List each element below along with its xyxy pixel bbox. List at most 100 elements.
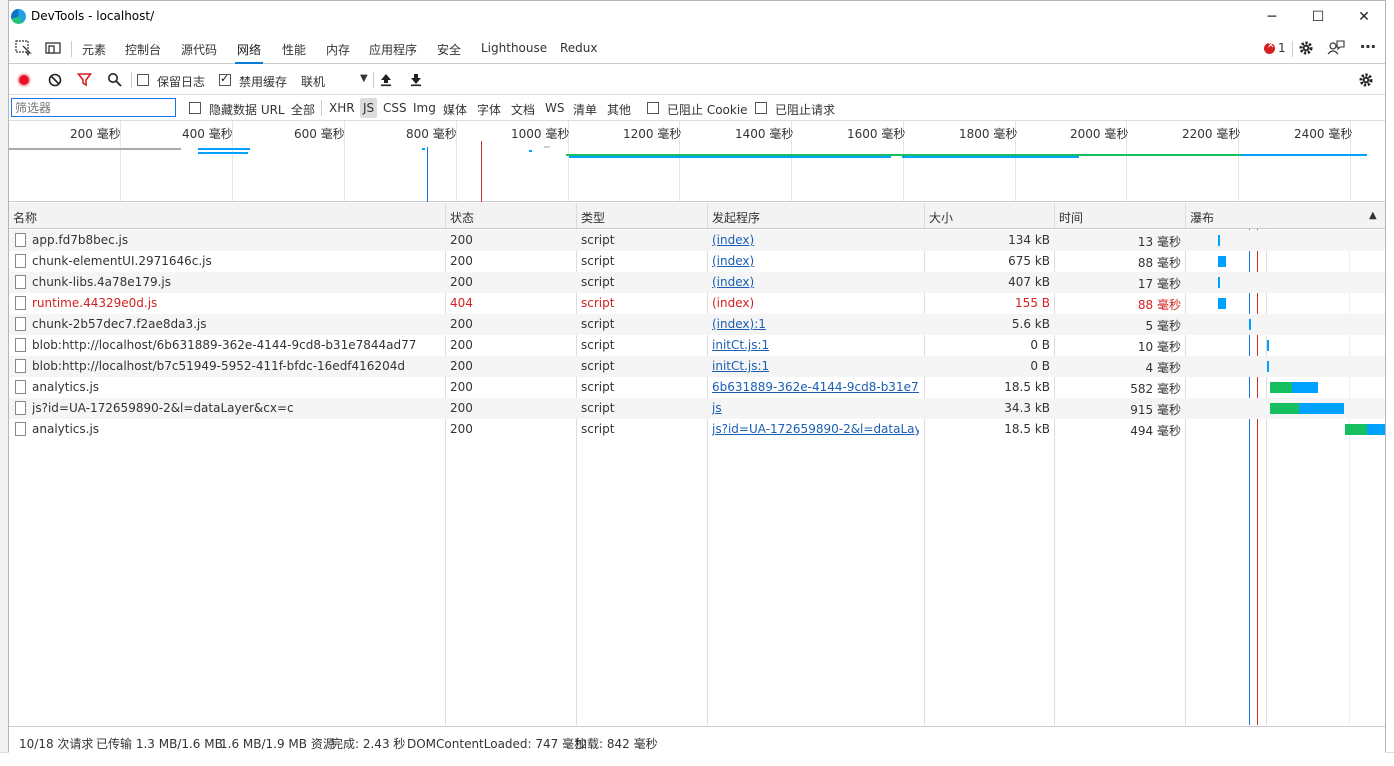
request-row[interactable]: app.fd7b8bec.js 200 script (index) 134 kB 13 … — [9, 230, 1385, 251]
tab-redux[interactable]: Redux — [560, 41, 598, 55]
overview-timeline[interactable]: 200 毫秒 400 毫秒 600 毫秒 800 毫秒 1000 毫秒 1200… — [9, 121, 1385, 202]
request-status: 200 — [450, 401, 473, 415]
file-icon — [15, 338, 26, 352]
request-initiator-link[interactable]: (index) — [712, 254, 919, 268]
settings-gear-icon[interactable] — [1298, 40, 1316, 56]
record-button[interactable] — [17, 73, 31, 87]
tab-security[interactable]: 安全 — [437, 41, 461, 58]
minimize-button[interactable]: ─ — [1249, 1, 1295, 33]
title-bar: DevTools - localhost/ ─ ☐ ✕ — [9, 1, 1385, 33]
request-initiator-link[interactable]: (index) — [712, 296, 919, 310]
request-name[interactable]: js?id=UA-172659890-2&l=dataLayer&cx=c — [32, 401, 440, 415]
import-har-icon[interactable] — [379, 72, 395, 91]
request-row[interactable]: blob:http://localhost/b7c51949-5952-411f… — [9, 356, 1385, 377]
overview-bar — [529, 150, 532, 152]
request-initiator-link[interactable]: (index):1 — [712, 317, 919, 331]
tick-label: 2400 毫秒 — [1294, 127, 1353, 141]
device-toolbar-icon[interactable] — [45, 40, 63, 56]
waterfall-bar — [1299, 403, 1344, 414]
column-header-size[interactable]: 大小 — [929, 209, 953, 226]
preserve-log-checkbox[interactable] — [137, 74, 149, 86]
search-icon[interactable] — [107, 72, 123, 91]
request-row[interactable]: chunk-elementUI.2971646c.js 200 script (ind… — [9, 251, 1385, 272]
filter-icon[interactable] — [76, 72, 93, 91]
type-filter-css[interactable]: CSS — [383, 101, 407, 115]
tab-lighthouse[interactable]: Lighthouse — [481, 41, 547, 55]
request-time: 915 毫秒 — [1130, 403, 1181, 417]
separator — [373, 72, 374, 88]
request-initiator-link[interactable]: initCt.js:1 — [712, 338, 919, 352]
more-options-icon[interactable]: ⋯ — [1360, 37, 1376, 56]
tab-console[interactable]: 控制台 — [125, 41, 161, 58]
column-header-status[interactable]: 状态 — [450, 209, 474, 226]
filter-input[interactable] — [11, 98, 176, 117]
type-filter-other[interactable]: 其他 — [607, 101, 631, 118]
tick-label: 1600 毫秒 — [847, 127, 906, 141]
hide-data-url-checkbox[interactable] — [189, 102, 201, 114]
type-filter-js[interactable]: JS — [360, 98, 378, 118]
request-name[interactable]: chunk-libs.4a78e179.js — [32, 275, 440, 289]
type-filter-manifest[interactable]: 清单 — [573, 101, 597, 118]
blocked-cookies-label: 已阻止 Cookie — [667, 103, 748, 117]
background-strip — [0, 0, 8, 766]
overview-bar — [422, 148, 425, 150]
type-filter-xhr[interactable]: XHR — [329, 101, 355, 115]
request-table-header: 名称 状态 类型 发起程序 大小 时间 瀑布 ▲ — [9, 203, 1385, 229]
request-row[interactable]: runtime.44329e0d.js 404 script (index) 155 B… — [9, 293, 1385, 314]
request-name[interactable]: chunk-elementUI.2971646c.js — [32, 254, 440, 268]
maximize-button[interactable]: ☐ — [1295, 1, 1341, 33]
request-initiator-link[interactable]: js — [712, 401, 919, 415]
type-filter-media[interactable]: 媒体 — [443, 101, 467, 118]
error-count[interactable]: 1 — [1278, 41, 1286, 55]
request-name[interactable]: chunk-2b57dec7.f2ae8da3.js — [32, 317, 440, 331]
request-row[interactable]: analytics.js 200 script 6b631889-362e-4144-… — [9, 377, 1385, 398]
column-header-time[interactable]: 时间 — [1059, 209, 1083, 226]
tab-elements[interactable]: 元素 — [82, 41, 106, 58]
tab-memory[interactable]: 内存 — [326, 41, 350, 58]
column-header-waterfall[interactable]: 瀑布 — [1190, 209, 1214, 226]
close-button[interactable]: ✕ — [1341, 1, 1387, 33]
request-name[interactable]: runtime.44329e0d.js — [32, 296, 440, 310]
column-header-initiator[interactable]: 发起程序 — [712, 209, 760, 226]
blocked-requests-checkbox[interactable] — [755, 102, 767, 114]
clear-icon[interactable] — [48, 72, 64, 91]
request-initiator-link[interactable]: 6b631889-362e-4144-9cd8-b31e784... — [712, 380, 919, 394]
type-filter-all[interactable]: 全部 — [291, 101, 315, 118]
network-settings-gear-icon[interactable] — [1358, 72, 1374, 91]
export-har-icon[interactable] — [409, 72, 425, 91]
tick-label: 600 毫秒 — [294, 127, 345, 141]
tab-network[interactable]: 网络 — [234, 41, 264, 64]
request-name[interactable]: blob:http://localhost/6b631889-362e-4144… — [32, 338, 440, 352]
tab-performance[interactable]: 性能 — [282, 41, 306, 58]
request-name[interactable]: app.fd7b8bec.js — [32, 233, 440, 247]
sort-ascending-icon[interactable]: ▲ — [1369, 210, 1377, 221]
background-bottom — [0, 752, 1394, 766]
request-row[interactable]: chunk-2b57dec7.f2ae8da3.js 200 script (inde… — [9, 314, 1385, 335]
request-row[interactable]: blob:http://localhost/6b631889-362e-4144… — [9, 335, 1385, 356]
request-initiator-link[interactable]: (index) — [712, 275, 919, 289]
disable-cache-checkbox[interactable] — [219, 72, 231, 86]
type-filter-font[interactable]: 字体 — [477, 101, 501, 118]
inspect-element-icon[interactable] — [15, 40, 33, 56]
request-row[interactable]: chunk-libs.4a78e179.js 200 script (index) 40… — [9, 272, 1385, 293]
feedback-icon[interactable] — [1327, 40, 1345, 56]
request-initiator-link[interactable]: js?id=UA-172659890-2&l=dataLayer... — [712, 422, 919, 436]
request-row[interactable]: js?id=UA-172659890-2&l=dataLayer&cx=c 200… — [9, 398, 1385, 419]
column-header-type[interactable]: 类型 — [581, 209, 605, 226]
tab-application[interactable]: 应用程序 — [369, 41, 417, 58]
request-initiator-link[interactable]: initCt.js:1 — [712, 359, 919, 373]
blocked-cookies-checkbox[interactable] — [647, 102, 659, 114]
request-name[interactable]: analytics.js — [32, 380, 440, 394]
type-filter-doc[interactable]: 文档 — [511, 101, 535, 118]
type-filter-ws[interactable]: WS — [545, 101, 564, 115]
overview-bar — [1241, 154, 1367, 156]
type-filter-img[interactable]: Img — [413, 101, 436, 115]
request-type: script — [581, 359, 615, 373]
tick-label: 400 毫秒 — [182, 127, 233, 141]
tab-sources[interactable]: 源代码 — [181, 41, 217, 58]
request-name[interactable]: blob:http://localhost/b7c51949-5952-411f… — [32, 359, 440, 373]
column-header-name[interactable]: 名称 — [13, 209, 37, 226]
request-name[interactable]: analytics.js — [32, 422, 440, 436]
request-initiator-link[interactable]: (index) — [712, 233, 919, 247]
request-row[interactable]: analytics.js 200 script js?id=UA-172659890-… — [9, 419, 1385, 440]
